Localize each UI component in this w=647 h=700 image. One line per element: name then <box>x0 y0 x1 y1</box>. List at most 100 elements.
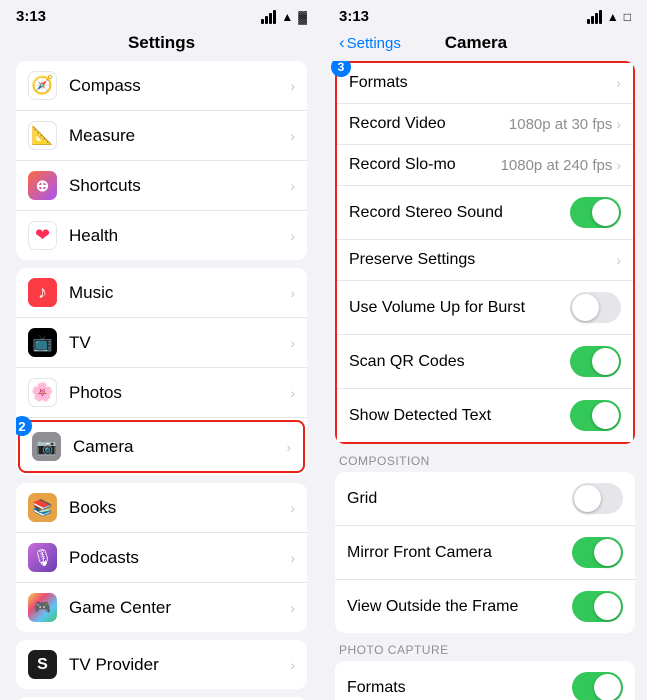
measure-icon: 📐 <box>28 121 57 150</box>
shortcuts-icon: ⊕ <box>28 171 57 200</box>
podcasts-chevron: › <box>290 550 295 566</box>
camera-row-volumeburst[interactable]: Use Volume Up for Burst <box>337 281 633 335</box>
right-panel: 3:13 ▲ □ ‹ Settings Camera 3 Form <box>323 0 647 700</box>
settings-row-measure[interactable]: 📐 Measure › <box>16 111 307 161</box>
left-scroll[interactable]: 🧭 Compass › 📐 Measure › ⊕ Shortcuts › ❤ … <box>0 61 323 700</box>
right-title: Camera <box>401 33 551 53</box>
right-status-bar: 3:13 ▲ □ <box>323 0 647 29</box>
recordvideo-chevron: › <box>616 116 621 132</box>
health-label: Health <box>69 226 290 246</box>
volumeburst-toggle[interactable] <box>570 292 621 323</box>
preserve-chevron: › <box>616 252 621 268</box>
camera-row-viewoutside[interactable]: View Outside the Frame <box>335 580 635 633</box>
left-time: 3:13 <box>16 8 46 25</box>
settings-row-podcasts[interactable]: 🎙 Podcasts › <box>16 533 307 583</box>
books-chevron: › <box>290 500 295 516</box>
right-time: 3:13 <box>339 8 369 25</box>
composition-section-label: COMPOSITION <box>323 450 647 472</box>
back-button[interactable]: ‹ Settings <box>339 33 401 53</box>
photocapture-section-label: PHOTO CAPTURE <box>323 639 647 661</box>
tvprovider-icon: S <box>28 650 57 679</box>
mirrorfront-label: Mirror Front Camera <box>347 544 572 562</box>
shortcuts-label: Shortcuts <box>69 176 290 196</box>
photos-label: Photos <box>69 383 290 403</box>
recordvideo-value: 1080p at 30 fps <box>509 116 612 133</box>
stereo-toggle[interactable] <box>570 197 621 228</box>
camera-row-prioritize[interactable]: Formats Intelligently adapt image qualit… <box>335 661 635 700</box>
settings-row-health[interactable]: ❤ Health › <box>16 211 307 260</box>
camera-row-grid[interactable]: Grid <box>335 472 635 526</box>
camera-settings-section: 3 Formats › Record Video 1080p at 30 fps… <box>335 61 635 444</box>
camera-row-wrapper: 2 📷 Camera › <box>16 420 307 473</box>
measure-chevron: › <box>290 128 295 144</box>
photos-chevron: › <box>290 385 295 401</box>
camera-row-recordslomo[interactable]: Record Slo-mo 1080p at 240 fps › <box>337 145 633 186</box>
recordslomo-chevron: › <box>616 157 621 173</box>
prioritize-toggle[interactable] <box>572 672 623 700</box>
settings-row-books[interactable]: 📚 Books › <box>16 483 307 533</box>
health-chevron: › <box>290 228 295 244</box>
podcasts-label: Podcasts <box>69 548 290 568</box>
camera-row-detectedtext[interactable]: Show Detected Text <box>337 389 633 442</box>
settings-section-provider: S TV Provider › <box>16 640 307 689</box>
settings-row-gamecenter[interactable]: 🎮 Game Center › <box>16 583 307 632</box>
tvprovider-label: TV Provider <box>69 655 290 675</box>
settings-row-photos[interactable]: 🌸 Photos › <box>16 368 307 418</box>
tv-chevron: › <box>290 335 295 351</box>
settings-row-tvprovider[interactable]: S TV Provider › <box>16 640 307 689</box>
left-status-bar: 3:13 ▲ ▓ <box>0 0 323 29</box>
music-label: Music <box>69 283 290 303</box>
camera-row-stereo[interactable]: Record Stereo Sound <box>337 186 633 240</box>
mirrorfront-toggle[interactable] <box>572 537 623 568</box>
settings-row-camera[interactable]: 📷 Camera › <box>18 420 305 473</box>
detectedtext-toggle[interactable] <box>570 400 621 431</box>
composition-section: Grid Mirror Front Camera View Outside th… <box>335 472 635 633</box>
scanqr-label: Scan QR Codes <box>349 353 570 371</box>
settings-row-shortcuts[interactable]: ⊕ Shortcuts › <box>16 161 307 211</box>
camera-row-recordvideo[interactable]: Record Video 1080p at 30 fps › <box>337 104 633 145</box>
camera-label: Camera <box>73 437 286 457</box>
back-label: Settings <box>347 35 401 52</box>
camera-row-preserve[interactable]: Preserve Settings › <box>337 240 633 281</box>
settings-section-other: 📚 Books › 🎙 Podcasts › 🎮 Game Center › <box>16 483 307 632</box>
tv-icon: 📺 <box>28 328 57 357</box>
right-wifi-icon: ▲ <box>607 10 619 24</box>
camera-icon: 📷 <box>32 432 61 461</box>
camera-row-mirrorfront[interactable]: Mirror Front Camera <box>335 526 635 580</box>
podcasts-icon: 🎙 <box>28 543 57 572</box>
music-chevron: › <box>290 285 295 301</box>
health-icon: ❤ <box>28 221 57 250</box>
settings-row-tv[interactable]: 📺 TV › <box>16 318 307 368</box>
left-title: Settings <box>0 29 323 61</box>
scanqr-toggle[interactable] <box>570 346 621 377</box>
viewoutside-toggle[interactable] <box>572 591 623 622</box>
right-scroll[interactable]: 3 Formats › Record Video 1080p at 30 fps… <box>323 61 647 700</box>
recordslomo-label: Record Slo-mo <box>349 156 501 174</box>
viewoutside-label: View Outside the Frame <box>347 598 572 616</box>
recordvideo-label: Record Video <box>349 115 509 133</box>
tvprovider-chevron: › <box>290 657 295 673</box>
camera-row-formats[interactable]: Formats › <box>337 63 633 104</box>
battery-icon: ▓ <box>298 10 307 24</box>
left-panel: 3:13 ▲ ▓ Settings 🧭 Compass › 📐 Measure <box>0 0 323 700</box>
tv-label: TV <box>69 333 290 353</box>
grid-toggle[interactable] <box>572 483 623 514</box>
books-icon: 📚 <box>28 493 57 522</box>
right-battery-icon: □ <box>624 10 631 24</box>
grid-label: Grid <box>347 490 572 508</box>
wifi-icon: ▲ <box>281 10 293 24</box>
shortcuts-chevron: › <box>290 178 295 194</box>
compass-icon: 🧭 <box>28 71 57 100</box>
settings-row-music[interactable]: ♪ Music › <box>16 268 307 318</box>
right-nav-header: ‹ Settings Camera <box>323 29 647 61</box>
settings-row-compass[interactable]: 🧭 Compass › <box>16 61 307 111</box>
camera-row-scanqr[interactable]: Scan QR Codes <box>337 335 633 389</box>
recordslomo-value: 1080p at 240 fps <box>501 157 613 174</box>
volumeburst-label: Use Volume Up for Burst <box>349 299 570 317</box>
photos-icon: 🌸 <box>28 378 57 407</box>
formats-chevron: › <box>616 75 621 91</box>
detectedtext-label: Show Detected Text <box>349 407 570 425</box>
left-status-icons: ▲ ▓ <box>261 10 307 24</box>
gamecenter-icon: 🎮 <box>28 593 57 622</box>
photocapture-section: Formats Intelligently adapt image qualit… <box>335 661 635 700</box>
